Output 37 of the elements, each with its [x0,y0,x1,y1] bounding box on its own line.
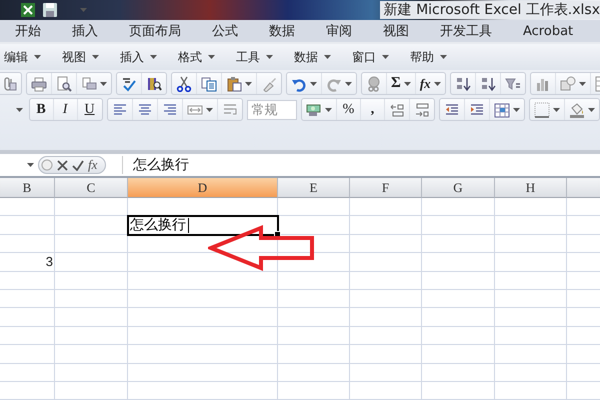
menu-item[interactable]: 格式 [178,48,202,66]
comma-button[interactable]: , [361,99,385,120]
active-cell[interactable]: 怎么换行 [127,215,279,236]
column-header[interactable]: H [495,178,567,198]
sum-button[interactable]: Σ [387,73,416,94]
ribbon-tab[interactable]: 数据 [267,22,307,40]
menu-item[interactable]: 编辑 [4,48,28,66]
menu-item[interactable]: 工具 [236,48,260,66]
insert-function-button[interactable]: fx [88,157,98,173]
ribbon-tab[interactable]: 页面布局 [127,22,193,40]
ribbon-tab[interactable]: 开发工具 [438,22,504,40]
italic-button[interactable]: I [54,99,78,120]
menu-item[interactable]: 视图 [62,48,86,66]
column-header[interactable]: F [350,178,422,198]
menu-item[interactable]: 帮助 [410,48,434,66]
ribbon-tab[interactable]: 审阅 [324,22,364,40]
ribbon-tab[interactable]: 视图 [381,22,421,40]
underline-button[interactable]: U [78,99,102,120]
number-format-field[interactable]: 常规 [246,100,297,120]
formula-content[interactable]: 怎么换行 [122,156,189,174]
bold-button[interactable]: B [30,99,54,120]
function-button[interactable]: fx [416,73,445,94]
ribbon-tab[interactable]: Acrobat [521,24,586,38]
column-header[interactable]: G [422,178,495,198]
percent-button[interactable]: % [337,99,361,120]
menu-item[interactable]: 插入 [120,48,144,66]
column-header[interactable]: B [0,178,55,198]
menu-item[interactable]: 窗口 [352,48,376,66]
ribbon-tab[interactable]: 公式 [210,22,250,40]
menu-item[interactable]: 数据 [294,48,318,66]
ribbon-tab[interactable]: 插入 [70,22,110,40]
table-cell-text: 3 [44,253,54,272]
column-header[interactable]: C [55,178,128,198]
ribbon-tab[interactable]: 开始 [13,22,53,40]
window-title: 新建 Microsoft Excel 工作表.xlsx [380,1,600,19]
column-header[interactable]: D [128,178,278,198]
column-header[interactable]: E [278,178,350,198]
